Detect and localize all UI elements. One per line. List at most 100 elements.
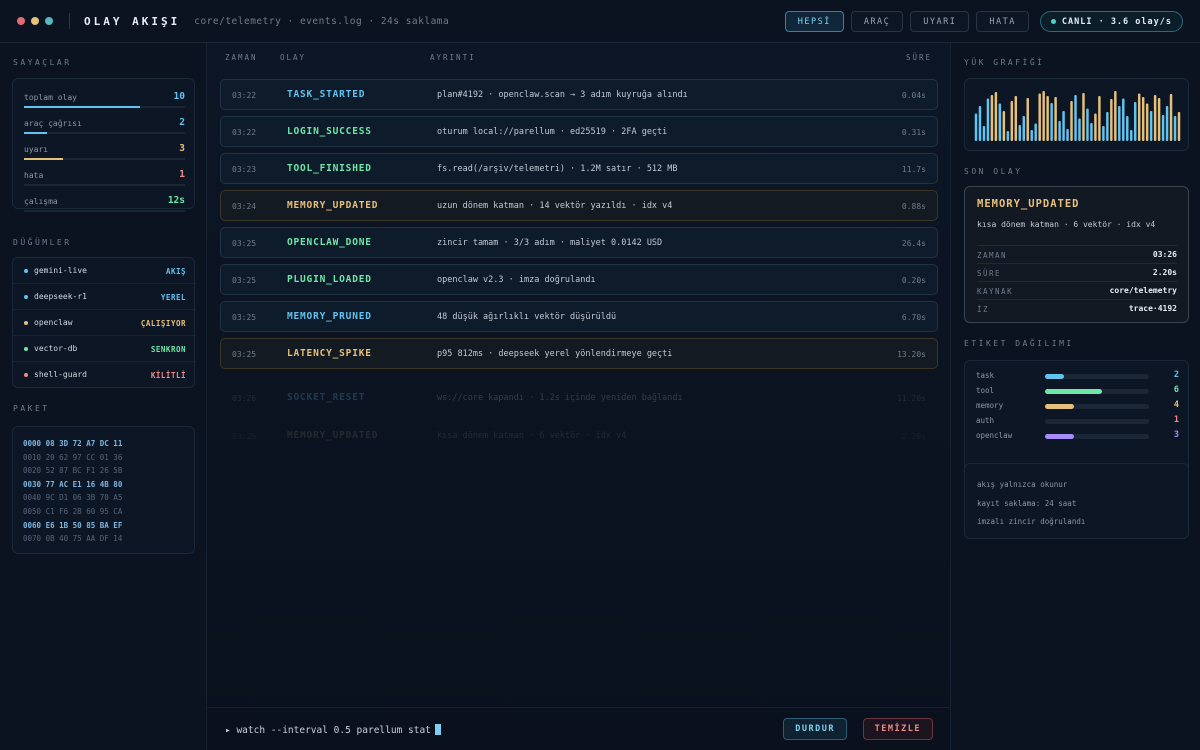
column-time: ZAMAN — [225, 53, 258, 62]
node-row[interactable]: shell-guard KİLİTLİ — [13, 362, 196, 388]
node-row[interactable]: gemini-live AKIŞ — [13, 258, 196, 284]
note-line: kayıt saklama: 24 saat — [977, 499, 1077, 508]
event-detail: p95 812ms · deepseek yerel yönlendirmeye… — [437, 349, 673, 359]
event-name: LATENCY_SPIKE — [287, 348, 372, 359]
table-row[interactable]: 03:25 PLUGIN_LOADED openclaw v2.3 · imza d… — [220, 264, 938, 295]
load-bar — [1070, 101, 1073, 141]
load-bar — [1022, 116, 1025, 141]
table-row[interactable]: 03:26 MEMORY_UPDATED kısa dönem katman · 6… — [220, 420, 938, 451]
event-name: LOGIN_SUCCESS — [287, 126, 372, 137]
load-bar — [1141, 97, 1145, 141]
load-bar — [1161, 115, 1165, 141]
node-row[interactable]: vector-db SENKRON — [13, 336, 196, 362]
load-chart-title: YÜK GRAFİĞİ — [964, 58, 1045, 67]
table-row[interactable]: 03:22 TASK_STARTED plan#4192 · openclaw.sc… — [220, 79, 938, 110]
status-dot-icon — [24, 295, 28, 299]
filter-error-button[interactable]: HATA — [976, 11, 1029, 32]
load-bar — [1014, 96, 1018, 141]
event-duration: 26.4s — [901, 239, 926, 248]
hex-line: 0050 C1 F6 2B 60 95 CA — [23, 506, 123, 516]
node-name: deepseek-r1 — [34, 292, 87, 301]
live-rate: CANLI · 3.6 olay/s — [1061, 16, 1172, 27]
load-bar — [1149, 111, 1153, 141]
load-bar — [1102, 126, 1105, 141]
tag-row-tool: tool 6 — [976, 384, 1179, 399]
tag-bar — [1045, 434, 1149, 439]
node-name: shell-guard — [34, 370, 87, 379]
counter-bar — [24, 158, 185, 160]
tag-count: 2 — [1173, 370, 1179, 380]
field-value: 2.20s — [1152, 268, 1177, 277]
tag-bar — [1045, 389, 1149, 394]
node-name: vector-db — [34, 344, 78, 353]
load-bar — [1114, 91, 1117, 141]
counter-label: toplam olay — [24, 93, 77, 102]
node-name: openclaw — [34, 318, 73, 327]
close-dot[interactable] — [17, 17, 25, 25]
load-bar — [1153, 95, 1157, 141]
tag-bar-fill — [1045, 434, 1075, 439]
event-duration: 0.31s — [901, 128, 926, 137]
load-bar — [1098, 96, 1101, 141]
load-bar — [1118, 106, 1121, 141]
load-bar — [1130, 130, 1133, 141]
tag-count: 3 — [1173, 430, 1179, 440]
command-input[interactable]: ▸ watch --interval 0.5 parellum stat — [225, 724, 441, 736]
counter-value: 12s — [167, 195, 185, 206]
minimize-dot[interactable] — [31, 17, 39, 25]
hex-line: 0020 52 87 BC F1 26 5B — [23, 466, 123, 476]
field-key: KAYNAK — [977, 287, 1014, 296]
table-row[interactable]: 03:24 MEMORY_UPDATED uzun dönem katman · 1… — [220, 190, 938, 221]
table-row[interactable]: 03:26 SOCKET_RESET ws://core kapandı · 1.2… — [220, 382, 938, 413]
load-bar — [1090, 123, 1093, 141]
event-detail: oturum local://parellum · ed25519 · 2FA … — [437, 127, 668, 137]
table-row[interactable]: 03:25 LATENCY_SPIKE p95 812ms · deepseek y… — [220, 338, 938, 369]
counter-bar-fill — [24, 158, 63, 160]
event-detail: openclaw v2.3 · imza doğrulandı — [437, 275, 596, 285]
load-bar — [1165, 106, 1169, 141]
top-bar: OLAY AKIŞI core/telemetry · events.log ·… — [0, 0, 1200, 43]
node-name: gemini-live — [34, 266, 87, 275]
maximize-dot[interactable] — [45, 17, 53, 25]
event-name: TASK_STARTED — [287, 89, 366, 100]
load-bar — [1086, 108, 1089, 141]
counter-label: çalışma — [24, 197, 58, 206]
last-event-title: SON OLAY — [964, 167, 1023, 176]
counter-row-total: toplam olay 10 — [24, 85, 185, 111]
counter-label: araç çağrısı — [24, 119, 82, 128]
note-line: akış yalnızca okunur — [977, 480, 1068, 489]
table-row[interactable]: 03:22 LOGIN_SUCCESS oturum local://parellu… — [220, 116, 938, 147]
event-stream: ZAMAN OLAY AYRINTI SÜRE 03:22 TASK_STARTE… — [207, 43, 950, 750]
counter-bar-fill — [24, 106, 140, 108]
load-bar — [1145, 103, 1149, 141]
command-bar: ▸ watch --interval 0.5 parellum stat DUR… — [207, 707, 950, 750]
load-bar — [1110, 99, 1113, 141]
node-status: KİLİTLİ — [150, 371, 186, 380]
load-bar — [1038, 93, 1041, 141]
load-bar — [1054, 97, 1057, 141]
load-bar — [998, 103, 1002, 141]
tag-count: 4 — [1173, 400, 1179, 410]
load-bar — [1066, 129, 1069, 141]
filter-tool-button[interactable]: ARAÇ — [850, 11, 904, 32]
clear-button[interactable]: TEMİZLE — [862, 718, 933, 740]
stop-button[interactable]: DURDUR — [783, 718, 847, 740]
load-bar — [1177, 112, 1181, 141]
node-row[interactable]: deepseek-r1 YEREL — [13, 284, 196, 310]
filter-warning-button[interactable]: UYARI — [910, 11, 970, 32]
packet-title: PAKET — [13, 404, 50, 413]
table-row[interactable]: 03:23 TOOL_FINISHED fs.read(/arşiv/telemet… — [220, 153, 938, 184]
load-bar — [974, 113, 978, 141]
last-event-name: MEMORY_UPDATED — [977, 198, 1080, 210]
load-bar — [978, 106, 982, 141]
tag-bar — [1045, 374, 1149, 379]
load-bar — [1157, 98, 1161, 141]
node-row[interactable]: openclaw ÇALIŞIYOR — [13, 310, 196, 336]
event-time: 03:22 — [232, 91, 257, 100]
filter-all-button[interactable]: HEPSİ — [784, 11, 844, 32]
event-name: PLUGIN_LOADED — [287, 274, 372, 285]
column-duration: SÜRE — [905, 53, 932, 62]
load-bar — [1046, 96, 1049, 141]
table-row[interactable]: 03:25 OPENCLAW_DONE zincir tamam · 3/3 adı… — [220, 227, 938, 258]
table-row[interactable]: 03:25 MEMORY_PRUNED 48 düşük ağırlıklı vek… — [220, 301, 938, 332]
